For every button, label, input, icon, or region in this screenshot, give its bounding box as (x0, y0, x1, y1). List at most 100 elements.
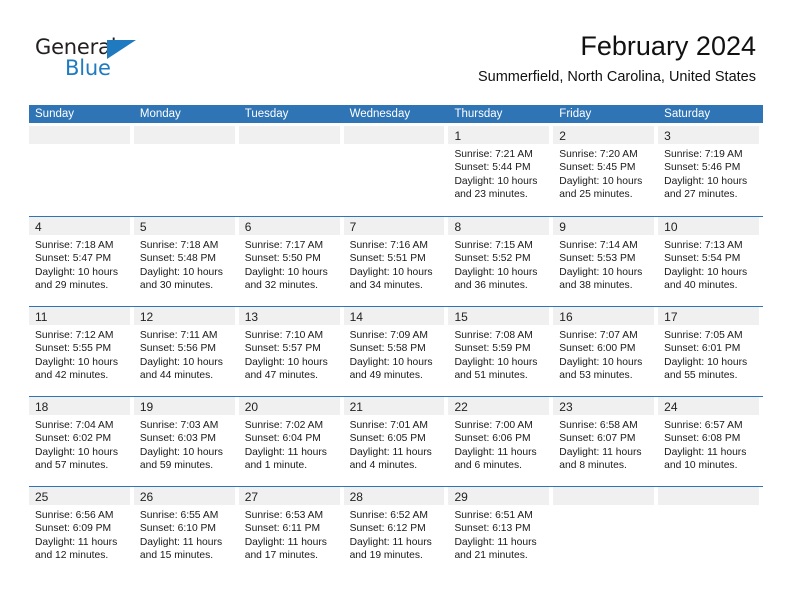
day-number-bar: 1 (448, 126, 550, 144)
general-blue-logo[interactable]: General Blue (35, 36, 165, 82)
sunrise-text: Sunrise: 6:55 AM (139, 510, 219, 521)
day-number: 15 (454, 310, 468, 324)
day-details: Sunrise: 7:10 AM Sunset: 5:57 PM Dayligh… (239, 325, 340, 383)
title-block: February 2024 Summerfield, North Carolin… (478, 30, 756, 86)
sunset-text: Sunset: 5:56 PM (139, 343, 216, 355)
day-cell[interactable]: 21 Sunrise: 7:01 AM Sunset: 6:05 PM Dayl… (343, 397, 449, 486)
day-cell[interactable]: 6 Sunrise: 7:17 AM Sunset: 5:50 PM Dayli… (238, 217, 344, 306)
daylight-text-line2: and 30 minutes. (139, 280, 214, 292)
day-cell[interactable]: 17 Sunrise: 7:05 AM Sunset: 6:01 PM Dayl… (658, 307, 763, 396)
day-number-bar: 3 (658, 126, 760, 144)
day-cell[interactable]: 18 Sunrise: 7:04 AM Sunset: 6:02 PM Dayl… (29, 397, 134, 486)
day-cell[interactable]: 7 Sunrise: 7:16 AM Sunset: 5:51 PM Dayli… (343, 217, 449, 306)
weekday-header-wednesday: Wednesday (349, 108, 411, 120)
day-number-bar: 18 (29, 397, 130, 415)
day-cell[interactable]: 4 Sunrise: 7:18 AM Sunset: 5:47 PM Dayli… (29, 217, 134, 306)
day-number-bar: 29 (448, 487, 550, 505)
day-cell[interactable]: 10 Sunrise: 7:13 AM Sunset: 5:54 PM Dayl… (658, 217, 763, 306)
day-number-bar: 16 (553, 307, 655, 325)
day-details: Sunrise: 7:20 AM Sunset: 5:45 PM Dayligh… (553, 144, 654, 202)
sunrise-text: Sunrise: 7:18 AM (139, 240, 219, 251)
day-number-bar: 7 (343, 217, 445, 235)
sunrise-text: Sunrise: 7:12 AM (35, 330, 114, 341)
weekday-header-sunday: Sunday (35, 108, 75, 120)
sunrise-text: Sunrise: 7:03 AM (139, 420, 219, 431)
day-number: 13 (244, 310, 259, 324)
day-details: Sunrise: 7:16 AM Sunset: 5:51 PM Dayligh… (344, 235, 445, 293)
day-number: 19 (139, 400, 154, 414)
day-cell[interactable]: 25 Sunrise: 6:56 AM Sunset: 6:09 PM Dayl… (29, 487, 134, 576)
day-cell-empty (133, 126, 239, 216)
day-details: Sunrise: 7:07 AM Sunset: 6:00 PM Dayligh… (553, 325, 654, 383)
daylight-text-line1: Daylight: 11 hours (349, 536, 432, 548)
sunrise-text: Sunrise: 7:14 AM (559, 240, 638, 251)
day-cell[interactable]: 14 Sunrise: 7:09 AM Sunset: 5:58 PM Dayl… (343, 307, 449, 396)
daylight-text-line1: Daylight: 10 hours (349, 266, 433, 278)
daylight-text-line2: and 57 minutes. (35, 460, 109, 472)
day-cell[interactable]: 15 Sunrise: 7:08 AM Sunset: 5:59 PM Dayl… (448, 307, 553, 396)
day-cell[interactable]: 9 Sunrise: 7:14 AM Sunset: 5:53 PM Dayli… (553, 217, 658, 306)
day-cell[interactable]: 27 Sunrise: 6:53 AM Sunset: 6:11 PM Dayl… (238, 487, 344, 576)
daylight-text-line1: Daylight: 10 hours (35, 446, 118, 458)
day-details: Sunrise: 7:21 AM Sunset: 5:44 PM Dayligh… (448, 144, 549, 202)
day-cell[interactable]: 26 Sunrise: 6:55 AM Sunset: 6:10 PM Dayl… (133, 487, 239, 576)
day-number-bar: 13 (238, 307, 340, 325)
daylight-text-line2: and 42 minutes. (35, 370, 109, 382)
day-number-bar: 11 (29, 307, 130, 325)
day-number: 5 (139, 220, 147, 234)
day-details: Sunrise: 7:08 AM Sunset: 5:59 PM Dayligh… (448, 325, 549, 383)
day-cell-empty (553, 487, 658, 576)
day-number-bar (29, 126, 130, 144)
sunset-text: Sunset: 5:44 PM (454, 162, 531, 174)
day-details (29, 144, 130, 148)
sunset-text: Sunset: 6:06 PM (454, 433, 531, 445)
calendar-table: Sunday Monday Tuesday Wednesday Thursday… (29, 105, 763, 576)
sunrise-text: Sunrise: 7:04 AM (35, 420, 114, 431)
day-cell[interactable]: 1 Sunrise: 7:21 AM Sunset: 5:44 PM Dayli… (448, 126, 553, 216)
day-number-bar: 22 (448, 397, 550, 415)
day-cell[interactable]: 29 Sunrise: 6:51 AM Sunset: 6:13 PM Dayl… (448, 487, 553, 576)
sunset-text: Sunset: 6:07 PM (559, 433, 636, 445)
day-number: 22 (454, 400, 468, 414)
sunrise-text: Sunrise: 7:19 AM (664, 149, 743, 160)
daylight-text-line1: Daylight: 11 hours (139, 536, 223, 548)
daylight-text-line2: and 10 minutes. (664, 460, 738, 472)
calendar-weeks: 1 Sunrise: 7:21 AM Sunset: 5:44 PM Dayli… (29, 126, 763, 576)
daylight-text-line1: Daylight: 10 hours (139, 266, 223, 278)
sunrise-text: Sunrise: 6:56 AM (35, 510, 114, 521)
day-cell[interactable]: 23 Sunrise: 6:58 AM Sunset: 6:07 PM Dayl… (553, 397, 658, 486)
day-cell[interactable]: 20 Sunrise: 7:02 AM Sunset: 6:04 PM Dayl… (238, 397, 344, 486)
daylight-text-line1: Daylight: 10 hours (244, 266, 328, 278)
day-number: 18 (35, 400, 49, 414)
day-cell[interactable]: 24 Sunrise: 6:57 AM Sunset: 6:08 PM Dayl… (658, 397, 763, 486)
sunrise-text: Sunrise: 6:52 AM (349, 510, 428, 521)
daylight-text-line2: and 21 minutes. (454, 550, 528, 562)
day-number: 2 (559, 129, 566, 143)
sunrise-text: Sunrise: 7:15 AM (454, 240, 533, 251)
day-cell[interactable]: 5 Sunrise: 7:18 AM Sunset: 5:48 PM Dayli… (133, 217, 239, 306)
day-number-bar: 2 (553, 126, 655, 144)
day-number-bar: 8 (448, 217, 550, 235)
day-cell[interactable]: 3 Sunrise: 7:19 AM Sunset: 5:46 PM Dayli… (658, 126, 763, 216)
day-details: Sunrise: 6:55 AM Sunset: 6:10 PM Dayligh… (134, 505, 235, 563)
day-cell[interactable]: 11 Sunrise: 7:12 AM Sunset: 5:55 PM Dayl… (29, 307, 134, 396)
day-number: 24 (664, 400, 678, 414)
day-details: Sunrise: 6:57 AM Sunset: 6:08 PM Dayligh… (658, 415, 759, 473)
day-cell[interactable]: 16 Sunrise: 7:07 AM Sunset: 6:00 PM Dayl… (553, 307, 658, 396)
day-cell[interactable]: 19 Sunrise: 7:03 AM Sunset: 6:03 PM Dayl… (133, 397, 239, 486)
day-cell[interactable]: 22 Sunrise: 7:00 AM Sunset: 6:06 PM Dayl… (448, 397, 553, 486)
sunset-text: Sunset: 6:11 PM (244, 523, 321, 535)
day-number: 8 (454, 220, 462, 234)
sunset-text: Sunset: 5:50 PM (244, 253, 321, 265)
day-cell[interactable]: 12 Sunrise: 7:11 AM Sunset: 5:56 PM Dayl… (133, 307, 239, 396)
daylight-text-line2: and 59 minutes. (139, 460, 214, 472)
sunrise-text: Sunrise: 7:11 AM (139, 330, 218, 341)
day-cell[interactable]: 28 Sunrise: 6:52 AM Sunset: 6:12 PM Dayl… (343, 487, 449, 576)
day-cell[interactable]: 13 Sunrise: 7:10 AM Sunset: 5:57 PM Dayl… (238, 307, 344, 396)
day-cell[interactable]: 2 Sunrise: 7:20 AM Sunset: 5:45 PM Dayli… (553, 126, 658, 216)
day-cell[interactable]: 8 Sunrise: 7:15 AM Sunset: 5:52 PM Dayli… (448, 217, 553, 306)
day-number-bar: 25 (29, 487, 130, 505)
daylight-text-line2: and 27 minutes. (664, 189, 738, 201)
daylight-text-line1: Daylight: 11 hours (35, 536, 118, 548)
sunset-text: Sunset: 5:58 PM (349, 343, 426, 355)
